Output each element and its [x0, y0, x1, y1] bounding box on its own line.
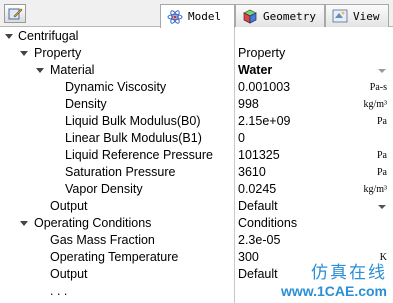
- row-name: Output: [50, 267, 88, 281]
- row-name: . . .: [50, 284, 68, 298]
- row-unit: Pa-s: [369, 82, 387, 93]
- edit-button[interactable]: [4, 4, 26, 23]
- tree-row-property[interactable]: Property Property: [0, 45, 393, 62]
- tree-row-centrifugal[interactable]: Centrifugal: [0, 28, 393, 45]
- row-unit: kg/m³: [363, 99, 387, 110]
- tree-row-vapor-density[interactable]: Vapor Density 0.0245 kg/m³: [0, 181, 393, 198]
- row-name: Liquid Bulk Modulus(B0): [65, 114, 201, 128]
- tree-row-dynamic-viscosity[interactable]: Dynamic Viscosity 0.001003 Pa-s: [0, 79, 393, 96]
- row-name: Vapor Density: [65, 182, 143, 196]
- tab-view-label: View: [353, 9, 380, 23]
- row-value-input[interactable]: 2.3e-05: [238, 232, 393, 249]
- row-name: Property: [34, 46, 82, 60]
- chevron-down-icon[interactable]: [378, 205, 386, 209]
- row-name: Output: [50, 199, 88, 213]
- row-name: Dynamic Viscosity: [65, 80, 167, 94]
- tree-row-liquid-bulk-modulus[interactable]: Liquid Bulk Modulus(B0) 2.15e+09 Pa: [0, 113, 393, 130]
- atom-icon: [167, 9, 183, 25]
- watermark-cn: 仿真在线: [311, 263, 387, 283]
- row-name: Liquid Reference Pressure: [65, 148, 213, 162]
- row-unit: Pa: [377, 167, 387, 178]
- tree-row-linear-bulk-modulus[interactable]: Linear Bulk Modulus(B1) 0: [0, 130, 393, 147]
- tab-geometry-label: Geometry: [263, 9, 316, 23]
- tree-row-gas-mass-fraction[interactable]: Gas Mass Fraction 2.3e-05: [0, 232, 393, 249]
- row-value: Property: [238, 46, 286, 60]
- tab-view[interactable]: View: [325, 4, 389, 27]
- row-value-input[interactable]: 0: [238, 130, 393, 147]
- row-name: Density: [65, 97, 107, 111]
- row-name: Saturation Pressure: [65, 165, 176, 179]
- watermark-url: www.1CAE.com: [280, 283, 387, 299]
- tree-row-density[interactable]: Density 998 kg/m³: [0, 96, 393, 113]
- row-value-input[interactable]: 2.15e+09: [238, 113, 393, 130]
- toolbar: Model Geometry View: [0, 0, 393, 28]
- chevron-down-icon[interactable]: [378, 69, 386, 73]
- row-name: Centrifugal: [18, 29, 79, 43]
- tree-row-operating-conditions[interactable]: Operating Conditions Conditions: [0, 215, 393, 232]
- tree-row-material[interactable]: Material Water: [0, 62, 393, 79]
- tab-model[interactable]: Model: [160, 4, 235, 28]
- watermark: 仿真在线 www.1CAE.com: [281, 258, 387, 299]
- eye-icon: [332, 8, 348, 24]
- row-value-input[interactable]: 101325: [238, 147, 393, 164]
- row-unit: Pa: [377, 150, 387, 161]
- row-value: Conditions: [238, 216, 298, 230]
- pencil-icon: [8, 8, 23, 20]
- output-select[interactable]: Default: [238, 198, 393, 215]
- tree-row-liquid-reference-pressure[interactable]: Liquid Reference Pressure 101325 Pa: [0, 147, 393, 164]
- row-name: Material: [50, 63, 95, 77]
- row-name: Gas Mass Fraction: [50, 233, 155, 247]
- tab-model-label: Model: [188, 10, 222, 23]
- row-name: Operating Conditions: [34, 216, 152, 230]
- row-unit: Pa: [377, 116, 387, 127]
- row-value-input[interactable]: 3610: [238, 164, 393, 181]
- cube-icon: [242, 8, 258, 24]
- material-select[interactable]: Water: [238, 62, 393, 79]
- row-unit: kg/m³: [363, 184, 387, 195]
- row-name: Linear Bulk Modulus(B1): [65, 131, 202, 145]
- tree-row-output[interactable]: Output Default: [0, 198, 393, 215]
- tree-row-saturation-pressure[interactable]: Saturation Pressure 3610 Pa: [0, 164, 393, 181]
- tab-geometry[interactable]: Geometry: [235, 4, 325, 27]
- row-name: Operating Temperature: [50, 250, 179, 264]
